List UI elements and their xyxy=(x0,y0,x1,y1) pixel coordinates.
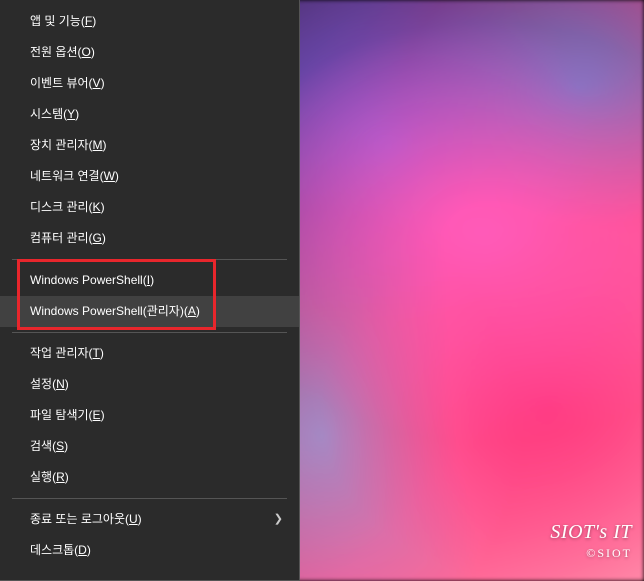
menu-item-accelerator: (K) xyxy=(89,200,105,214)
menu-item-accelerator: (D) xyxy=(74,543,91,557)
menu-item-eventviewer[interactable]: 이벤트 뷰어(V) xyxy=(0,68,299,99)
menu-item-accelerator: (O) xyxy=(78,45,95,59)
menu-item-label: 앱 및 기능 xyxy=(30,14,81,28)
menu-item-compmgr[interactable]: 컴퓨터 관리(G) xyxy=(0,223,299,254)
menu-item-accelerator: (A) xyxy=(184,304,200,318)
menu-item-label: 네트워크 연결 xyxy=(30,169,100,183)
menu-item-devmgr[interactable]: 장치 관리자(M) xyxy=(0,130,299,161)
menu-item-accelerator: (R) xyxy=(52,470,69,484)
menu-item-accelerator: (S) xyxy=(52,439,68,453)
menu-item-taskmgr[interactable]: 작업 관리자(T) xyxy=(0,338,299,369)
menu-item-label: 디스크 관리 xyxy=(30,200,89,214)
menu-item-label: 이벤트 뷰어 xyxy=(30,76,89,90)
menu-item-settings[interactable]: 설정(N) xyxy=(0,369,299,400)
watermark: SIOT's IT ©SIOT xyxy=(550,521,632,561)
watermark-copyright: ©SIOT xyxy=(550,546,632,561)
winx-context-menu[interactable]: 앱 및 기능(F)전원 옵션(O)이벤트 뷰어(V)시스템(Y)장치 관리자(M… xyxy=(0,0,300,581)
menu-item-label: 장치 관리자 xyxy=(30,138,89,152)
menu-item-label: 전원 옵션 xyxy=(30,45,78,59)
watermark-title: SIOT's IT xyxy=(550,521,632,544)
menu-item-label: 검색 xyxy=(30,439,52,453)
menu-item-accelerator: (E) xyxy=(89,408,105,422)
menu-item-diskmgr[interactable]: 디스크 관리(K) xyxy=(0,192,299,223)
menu-item-netconn[interactable]: 네트워크 연결(W) xyxy=(0,161,299,192)
menu-item-label: 시스템 xyxy=(30,107,63,121)
menu-item-power[interactable]: 전원 옵션(O) xyxy=(0,37,299,68)
chevron-right-icon: ❯ xyxy=(274,504,283,535)
menu-item-accelerator: (F) xyxy=(81,14,96,28)
menu-item-accelerator: (Y) xyxy=(63,107,79,121)
menu-separator xyxy=(12,498,287,499)
menu-item-search[interactable]: 검색(S) xyxy=(0,431,299,462)
menu-item-shutdown[interactable]: 종료 또는 로그아웃(U) ❯ xyxy=(0,504,299,535)
menu-item-run[interactable]: 실행(R) xyxy=(0,462,299,493)
menu-item-accelerator: (W) xyxy=(100,169,119,183)
menu-item-accelerator: (G) xyxy=(89,231,106,245)
menu-item-label: 데스크톱 xyxy=(30,543,74,557)
menu-item-accelerator: (U) xyxy=(125,512,142,526)
menu-item-label: 작업 관리자 xyxy=(30,346,89,360)
menu-item-label: Windows PowerShell(관리자) xyxy=(30,304,184,318)
menu-item-accelerator: (V) xyxy=(89,76,105,90)
menu-item-label: 실행 xyxy=(30,470,52,484)
menu-item-system[interactable]: 시스템(Y) xyxy=(0,99,299,130)
menu-item-psadmin[interactable]: Windows PowerShell(관리자)(A) xyxy=(0,296,299,327)
menu-item-label: 설정 xyxy=(30,377,52,391)
menu-item-label: 컴퓨터 관리 xyxy=(30,231,89,245)
menu-separator xyxy=(12,332,287,333)
menu-item-label: 종료 또는 로그아웃 xyxy=(30,512,125,526)
menu-separator xyxy=(12,259,287,260)
menu-item-accelerator: (N) xyxy=(52,377,69,391)
menu-item-accelerator: (M) xyxy=(89,138,107,152)
menu-item-explorer[interactable]: 파일 탐색기(E) xyxy=(0,400,299,431)
menu-item-accelerator: (T) xyxy=(89,346,104,360)
menu-item-ps[interactable]: Windows PowerShell(I) xyxy=(0,265,299,296)
menu-item-desktop[interactable]: 데스크톱(D) xyxy=(0,535,299,566)
menu-item-apps[interactable]: 앱 및 기능(F) xyxy=(0,6,299,37)
menu-item-label: 파일 탐색기 xyxy=(30,408,89,422)
menu-item-accelerator: (I) xyxy=(143,273,154,287)
menu-item-label: Windows PowerShell xyxy=(30,273,143,287)
